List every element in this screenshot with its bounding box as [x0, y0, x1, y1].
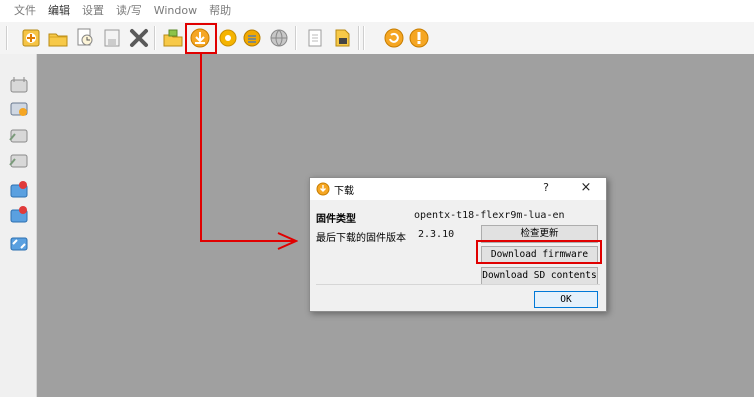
highlight-download-toolbar [185, 23, 217, 54]
dialog-titlebar: 下载 ? × [310, 178, 606, 200]
ok-button[interactable]: OK [534, 291, 598, 308]
left-toolbar [0, 54, 37, 397]
download-sd-contents-button[interactable]: Download SD contents [481, 267, 598, 285]
radio-copy-icon[interactable] [8, 97, 30, 119]
toolbar-separator [358, 26, 360, 50]
radio-restore-icon[interactable] [8, 204, 30, 226]
last-version-value: 2.3.10 [418, 229, 455, 240]
globe-icon[interactable] [268, 27, 290, 49]
firmware-type-value: opentx-t18-flexr9m-lua-en [414, 210, 565, 221]
open-icon[interactable] [47, 27, 69, 49]
main-toolbar [0, 22, 754, 54]
delete-icon[interactable] [128, 27, 150, 49]
info-icon[interactable] [408, 27, 430, 49]
menu-read-write[interactable]: 读/写 [110, 0, 148, 22]
help-button[interactable]: ? [536, 181, 556, 194]
dialog-title: 下载 [334, 186, 354, 197]
menu-help[interactable]: 帮助 [203, 0, 237, 22]
document-icon[interactable] [304, 27, 326, 49]
toolbar-separator [363, 26, 365, 50]
menu-file[interactable]: 文件 [8, 0, 42, 22]
menu-edit[interactable]: 编辑 [42, 0, 76, 22]
radio-write-icon[interactable] [8, 149, 30, 171]
save-icon[interactable] [101, 27, 123, 49]
new-icon[interactable] [20, 27, 42, 49]
highlight-download-firmware [476, 240, 602, 264]
toolbar-separator [154, 26, 156, 50]
annotation-arrowhead [277, 232, 298, 250]
radio-backup-icon[interactable] [8, 179, 30, 201]
radio-sync-icon[interactable] [8, 232, 30, 254]
radio-settings-icon[interactable] [242, 27, 264, 49]
write-icon[interactable] [383, 27, 405, 49]
dialog-divider [316, 284, 600, 285]
toolbar-grip [6, 26, 8, 50]
close-button[interactable]: × [576, 180, 596, 195]
toolbar-separator [295, 26, 297, 50]
print-preview-icon[interactable] [74, 27, 96, 49]
menu-settings[interactable]: 设置 [76, 0, 110, 22]
settings-gear-icon[interactable] [217, 27, 239, 49]
app-window: 文件 编辑 设置 读/写 Window 帮助 下载 ? × 固件类型 opent… [0, 0, 754, 397]
radio-read-icon[interactable] [8, 124, 30, 146]
last-version-label: 最后下载的固件版本 [316, 233, 406, 244]
sd-card-icon[interactable] [331, 27, 353, 49]
folder-open-icon[interactable] [162, 27, 184, 49]
annotation-arrow-vertical [200, 54, 202, 241]
firmware-type-label: 固件类型 [316, 214, 356, 225]
download-icon [316, 182, 330, 196]
menu-bar: 文件 编辑 设置 读/写 Window 帮助 [0, 0, 754, 22]
radio-icon[interactable] [8, 74, 30, 96]
menu-window[interactable]: Window [148, 0, 203, 22]
